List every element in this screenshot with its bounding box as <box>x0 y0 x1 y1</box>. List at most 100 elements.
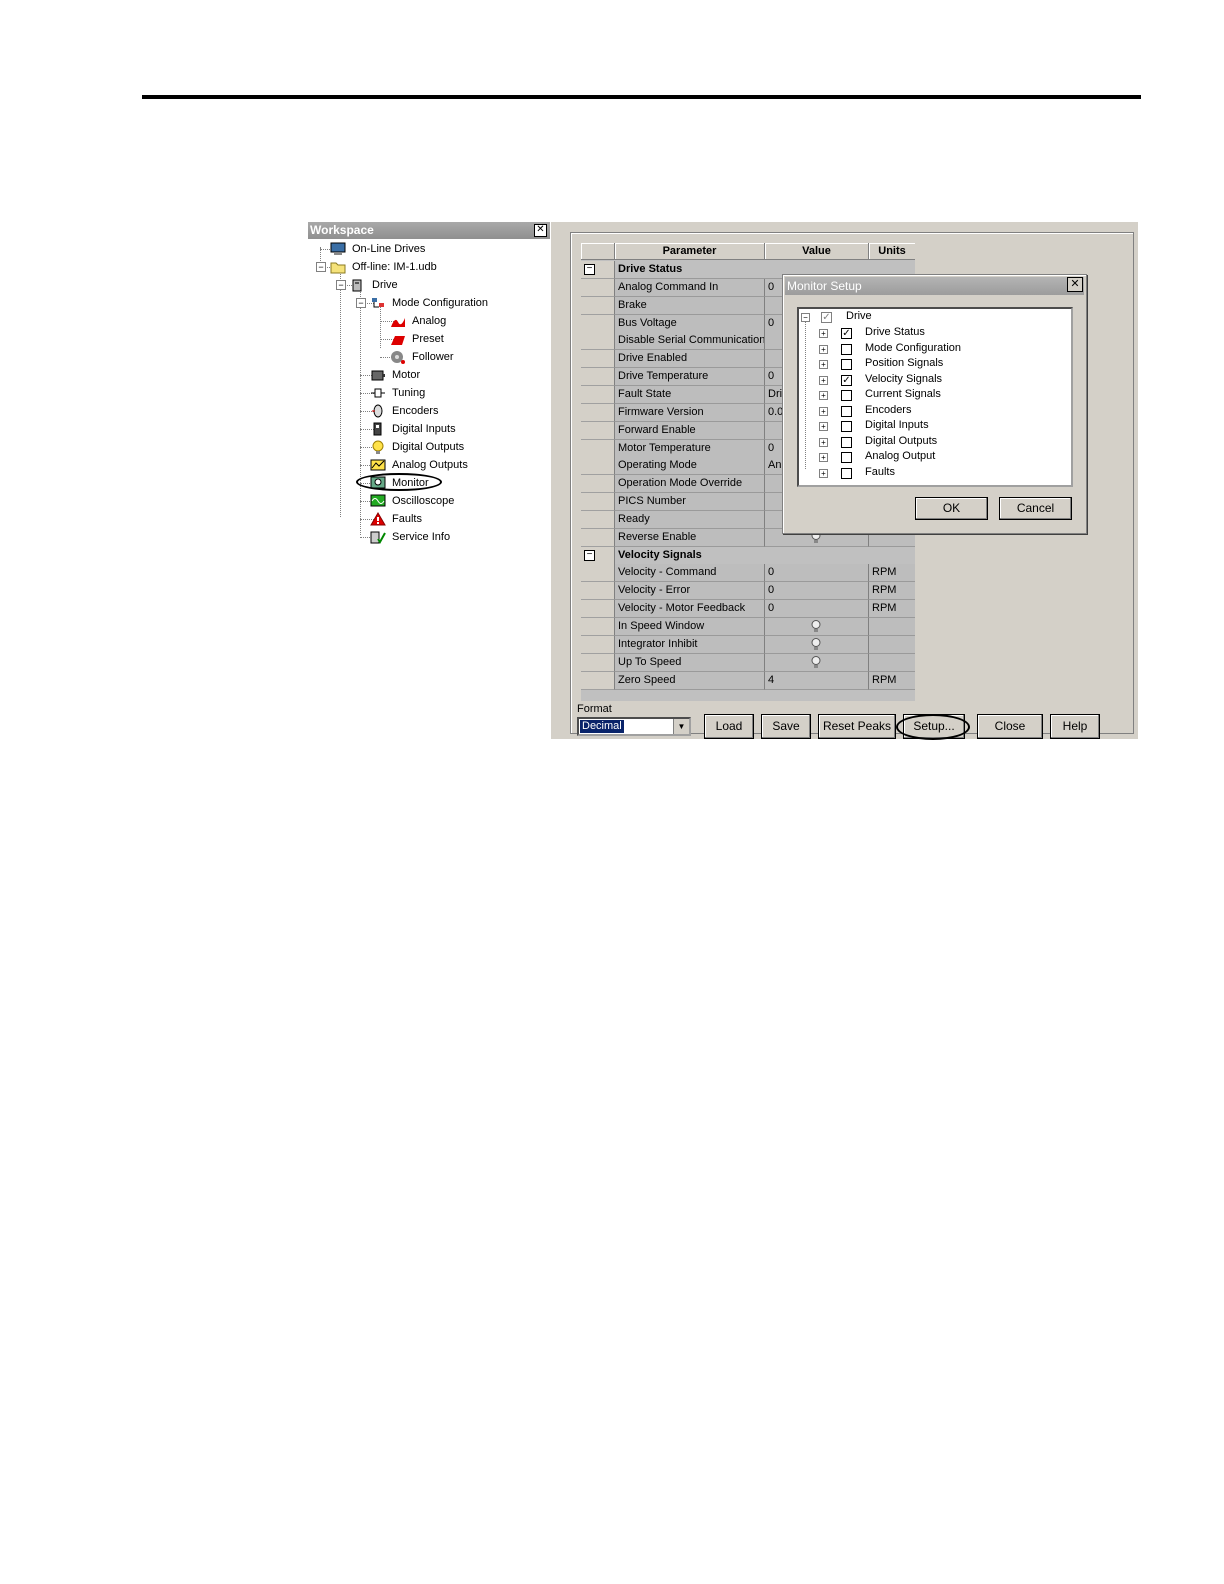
signal-checkbox[interactable]: ✓ <box>841 374 852 386</box>
signal-label: Analog Output <box>865 450 936 462</box>
header-parameter[interactable]: Parameter <box>615 243 765 260</box>
table-row[interactable]: Zero Speed 4 RPM <box>581 671 915 690</box>
tree-item[interactable]: Analog <box>390 313 446 329</box>
signal-checkbox[interactable] <box>841 452 852 463</box>
row-header <box>581 618 615 636</box>
workspace-pane: Workspace ✕ On-Line Drives − Off-line: IM-… <box>308 222 551 739</box>
tree-item[interactable]: Analog Outputs <box>370 457 468 473</box>
analog-icon <box>390 314 406 328</box>
workspace-title: Workspace <box>308 222 550 239</box>
pane-splitter[interactable] <box>550 222 559 739</box>
signal-checkbox[interactable]: ✓ <box>841 328 852 339</box>
signal-label: Encoders <box>865 403 912 416</box>
table-row[interactable]: In Speed Window <box>581 618 915 636</box>
row-header <box>581 368 615 387</box>
tree-item[interactable]: Digital Outputs <box>370 439 464 455</box>
tree-item[interactable]: On-Line Drives <box>330 241 425 257</box>
cancel-button[interactable]: Cancel <box>999 497 1072 520</box>
signal-label: Current Signals <box>865 388 941 400</box>
tree-item[interactable]: Motor <box>370 367 420 383</box>
units-cell: RPM <box>869 600 915 619</box>
tree-collapse-icon[interactable]: − <box>356 298 366 308</box>
signal-label: Digital Inputs <box>865 419 929 431</box>
format-value: Decimal <box>580 720 624 733</box>
row-header <box>581 635 615 654</box>
table-row[interactable]: Velocity - Motor Feedback 0 RPM <box>581 600 915 619</box>
tree-item[interactable]: Follower <box>390 349 454 365</box>
parameter-cell: Integrator Inhibit <box>615 635 765 654</box>
expand-icon[interactable]: + <box>819 406 828 416</box>
setup-highlight-oval <box>896 714 970 740</box>
parameter-cell: Fault State <box>615 385 765 404</box>
expand-icon[interactable]: + <box>819 360 828 369</box>
tree-item[interactable]: Digital Inputs <box>370 421 456 437</box>
reset-peaks-button[interactable]: Reset Peaks <box>818 714 896 739</box>
workspace-close-button[interactable]: ✕ <box>534 224 547 237</box>
ok-button[interactable]: OK <box>915 497 988 520</box>
signal-label: Digital Outputs <box>865 434 938 447</box>
format-select[interactable]: Decimal ▼ <box>577 717 691 736</box>
tree-item[interactable]: Preset <box>390 331 444 347</box>
expand-icon[interactable]: + <box>819 437 828 447</box>
tree-item[interactable]: Tuning <box>370 385 425 401</box>
tree-collapse-icon[interactable]: − <box>336 280 346 290</box>
value-cell <box>765 618 869 636</box>
value-cell <box>765 653 869 672</box>
expand-icon[interactable]: + <box>819 344 828 354</box>
dialog-title: Monitor Setup <box>785 277 1084 295</box>
signal-checkbox[interactable] <box>841 343 852 355</box>
signal-checkbox[interactable] <box>841 405 852 417</box>
help-button[interactable]: Help <box>1050 714 1100 739</box>
expand-icon[interactable]: + <box>819 375 828 385</box>
group-row[interactable]: − Velocity Signals <box>581 546 915 565</box>
group-collapse-icon[interactable]: − <box>584 264 595 275</box>
parameter-cell: In Speed Window <box>615 618 765 636</box>
row-header <box>581 403 615 422</box>
drive-checkbox[interactable]: ✓ <box>821 312 832 323</box>
expand-icon[interactable]: + <box>819 329 828 338</box>
signal-checkbox[interactable] <box>841 421 852 432</box>
header-units[interactable]: Units <box>869 243 915 260</box>
tree-item[interactable]: Off-line: IM-1.udb <box>330 259 437 275</box>
table-row[interactable]: Up To Speed <box>581 653 915 672</box>
parameter-cell: Drive Enabled <box>615 350 765 369</box>
header-value[interactable]: Value <box>765 243 869 260</box>
table-row[interactable]: Velocity - Command 0 RPM <box>581 564 915 583</box>
dialog-root-label: Drive <box>846 310 872 322</box>
dialog-close-button[interactable]: ✕ <box>1067 277 1083 292</box>
tree-item[interactable]: Service Info <box>370 529 450 545</box>
parameter-cell: Reverse Enable <box>615 528 765 547</box>
tree-item-label: Motor <box>392 369 421 382</box>
units-cell: RPM <box>869 582 915 601</box>
parameter-cell: Analog Command In <box>615 278 765 297</box>
tree-item-label: Analog Outputs <box>392 459 468 472</box>
expand-icon[interactable]: + <box>819 422 828 431</box>
mode-config-icon <box>370 296 386 310</box>
tree-collapse-icon[interactable]: − <box>316 262 326 272</box>
tree-item[interactable]: Encoders <box>370 403 438 419</box>
analog-output-icon <box>370 458 386 472</box>
tree-item[interactable]: Mode Configuration <box>370 295 488 311</box>
expand-icon[interactable]: + <box>819 391 828 400</box>
tree-item[interactable]: Drive <box>350 277 398 293</box>
value-cell: 0 <box>765 582 869 601</box>
row-header <box>581 671 615 690</box>
load-button[interactable]: Load <box>704 714 754 739</box>
format-label: Format <box>577 703 612 715</box>
signal-checkbox[interactable] <box>841 390 852 401</box>
group-collapse-icon[interactable]: − <box>584 549 595 561</box>
table-row[interactable]: Integrator Inhibit <box>581 635 915 654</box>
dropdown-arrow-icon[interactable]: ▼ <box>673 719 689 734</box>
signal-checkbox[interactable] <box>841 467 852 479</box>
signal-checkbox[interactable] <box>841 436 852 448</box>
signal-label: Faults <box>865 465 895 478</box>
expand-icon[interactable]: + <box>819 453 828 462</box>
close-button[interactable]: Close <box>977 714 1043 739</box>
signal-checkbox[interactable] <box>841 359 852 370</box>
tree-item[interactable]: Oscilloscope <box>370 493 454 509</box>
tree-item[interactable]: Faults <box>370 511 422 527</box>
expand-icon[interactable]: + <box>819 468 828 478</box>
table-row[interactable]: Velocity - Error 0 RPM <box>581 582 915 601</box>
save-button[interactable]: Save <box>761 714 811 739</box>
parameter-cell: Brake <box>615 296 765 315</box>
